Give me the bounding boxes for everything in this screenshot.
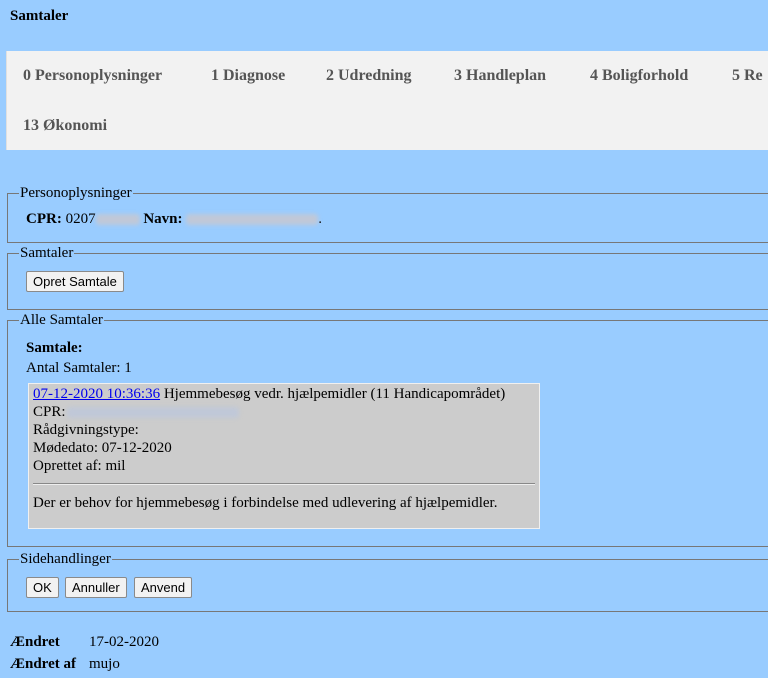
changed-label: Ændret (10, 634, 60, 650)
samtale-cpr-redacted (67, 407, 240, 419)
samtale-cpr-line: CPR: (33, 404, 240, 421)
tab-diagnose[interactable]: 1 Diagnose (211, 67, 285, 85)
samtale-note: Der er behov for hjemmebesøg i forbindel… (33, 495, 498, 511)
changed-value: 17-02-2020 (89, 634, 159, 650)
tab-bar: 0 Personoplysninger 1 Diagnose 2 Udredni… (6, 51, 768, 150)
tab-5-truncated[interactable]: 5 Re (732, 67, 763, 85)
personoplysninger-legend: Personoplysninger (20, 185, 132, 201)
samtale-date: Mødedato: 07-12-2020 (33, 440, 172, 456)
cpr-redacted (95, 214, 140, 226)
cpr-label: CPR: (26, 211, 62, 227)
samtale-title-line: 07-12-2020 10:36:36 Hjemmebesøg vedr. hj… (33, 386, 505, 403)
sidehandlinger-legend: Sidehandlinger (20, 551, 111, 567)
changed-by-value: mujo (89, 656, 120, 672)
samtale-created-by: Oprettet af: mil (33, 458, 126, 474)
changed-by-label: Ændret af (10, 656, 76, 672)
ok-button[interactable]: OK (26, 577, 59, 598)
alle-samtaler-legend: Alle Samtaler (20, 312, 103, 328)
cpr-value: 0207 (65, 211, 96, 227)
samtale-card: 07-12-2020 10:36:36 Hjemmebesøg vedr. hj… (28, 383, 540, 529)
samtale-count: Antal Samtaler: 1 (26, 360, 132, 376)
person-info-line: CPR: 0207 Navn: . (26, 211, 322, 228)
annuller-button[interactable]: Annuller (65, 577, 127, 598)
samtale-divider (33, 483, 535, 485)
opret-samtale-button[interactable]: Opret Samtale (26, 271, 124, 292)
navn-redacted (186, 214, 319, 226)
samtale-link[interactable]: 07-12-2020 10:36:36 (33, 386, 160, 402)
changed-row: Ændret 17-02-2020 (10, 634, 159, 651)
samtale-cpr-label: CPR: (33, 404, 66, 420)
samtale-title: Hjemmebesøg vedr. hjælpemidler (11 Handi… (160, 386, 506, 402)
navn-label: Navn: (143, 211, 183, 227)
changed-by-row: Ændret af mujo (10, 656, 120, 673)
tab-boligforhold[interactable]: 4 Boligforhold (590, 67, 688, 85)
tab-personoplysninger[interactable]: 0 Personoplysninger (23, 67, 162, 85)
samtale-type: Rådgivningstype: (33, 422, 139, 438)
samtaler-legend: Samtaler (20, 245, 74, 261)
anvend-button[interactable]: Anvend (134, 577, 193, 598)
samtale-heading: Samtale: (26, 340, 83, 356)
tab-okonomi[interactable]: 13 Økonomi (23, 117, 107, 135)
tab-udredning[interactable]: 2 Udredning (326, 67, 412, 85)
page-title: Samtaler (10, 8, 69, 24)
navn-suffix: . (318, 211, 322, 227)
tab-handleplan[interactable]: 3 Handleplan (454, 67, 546, 85)
